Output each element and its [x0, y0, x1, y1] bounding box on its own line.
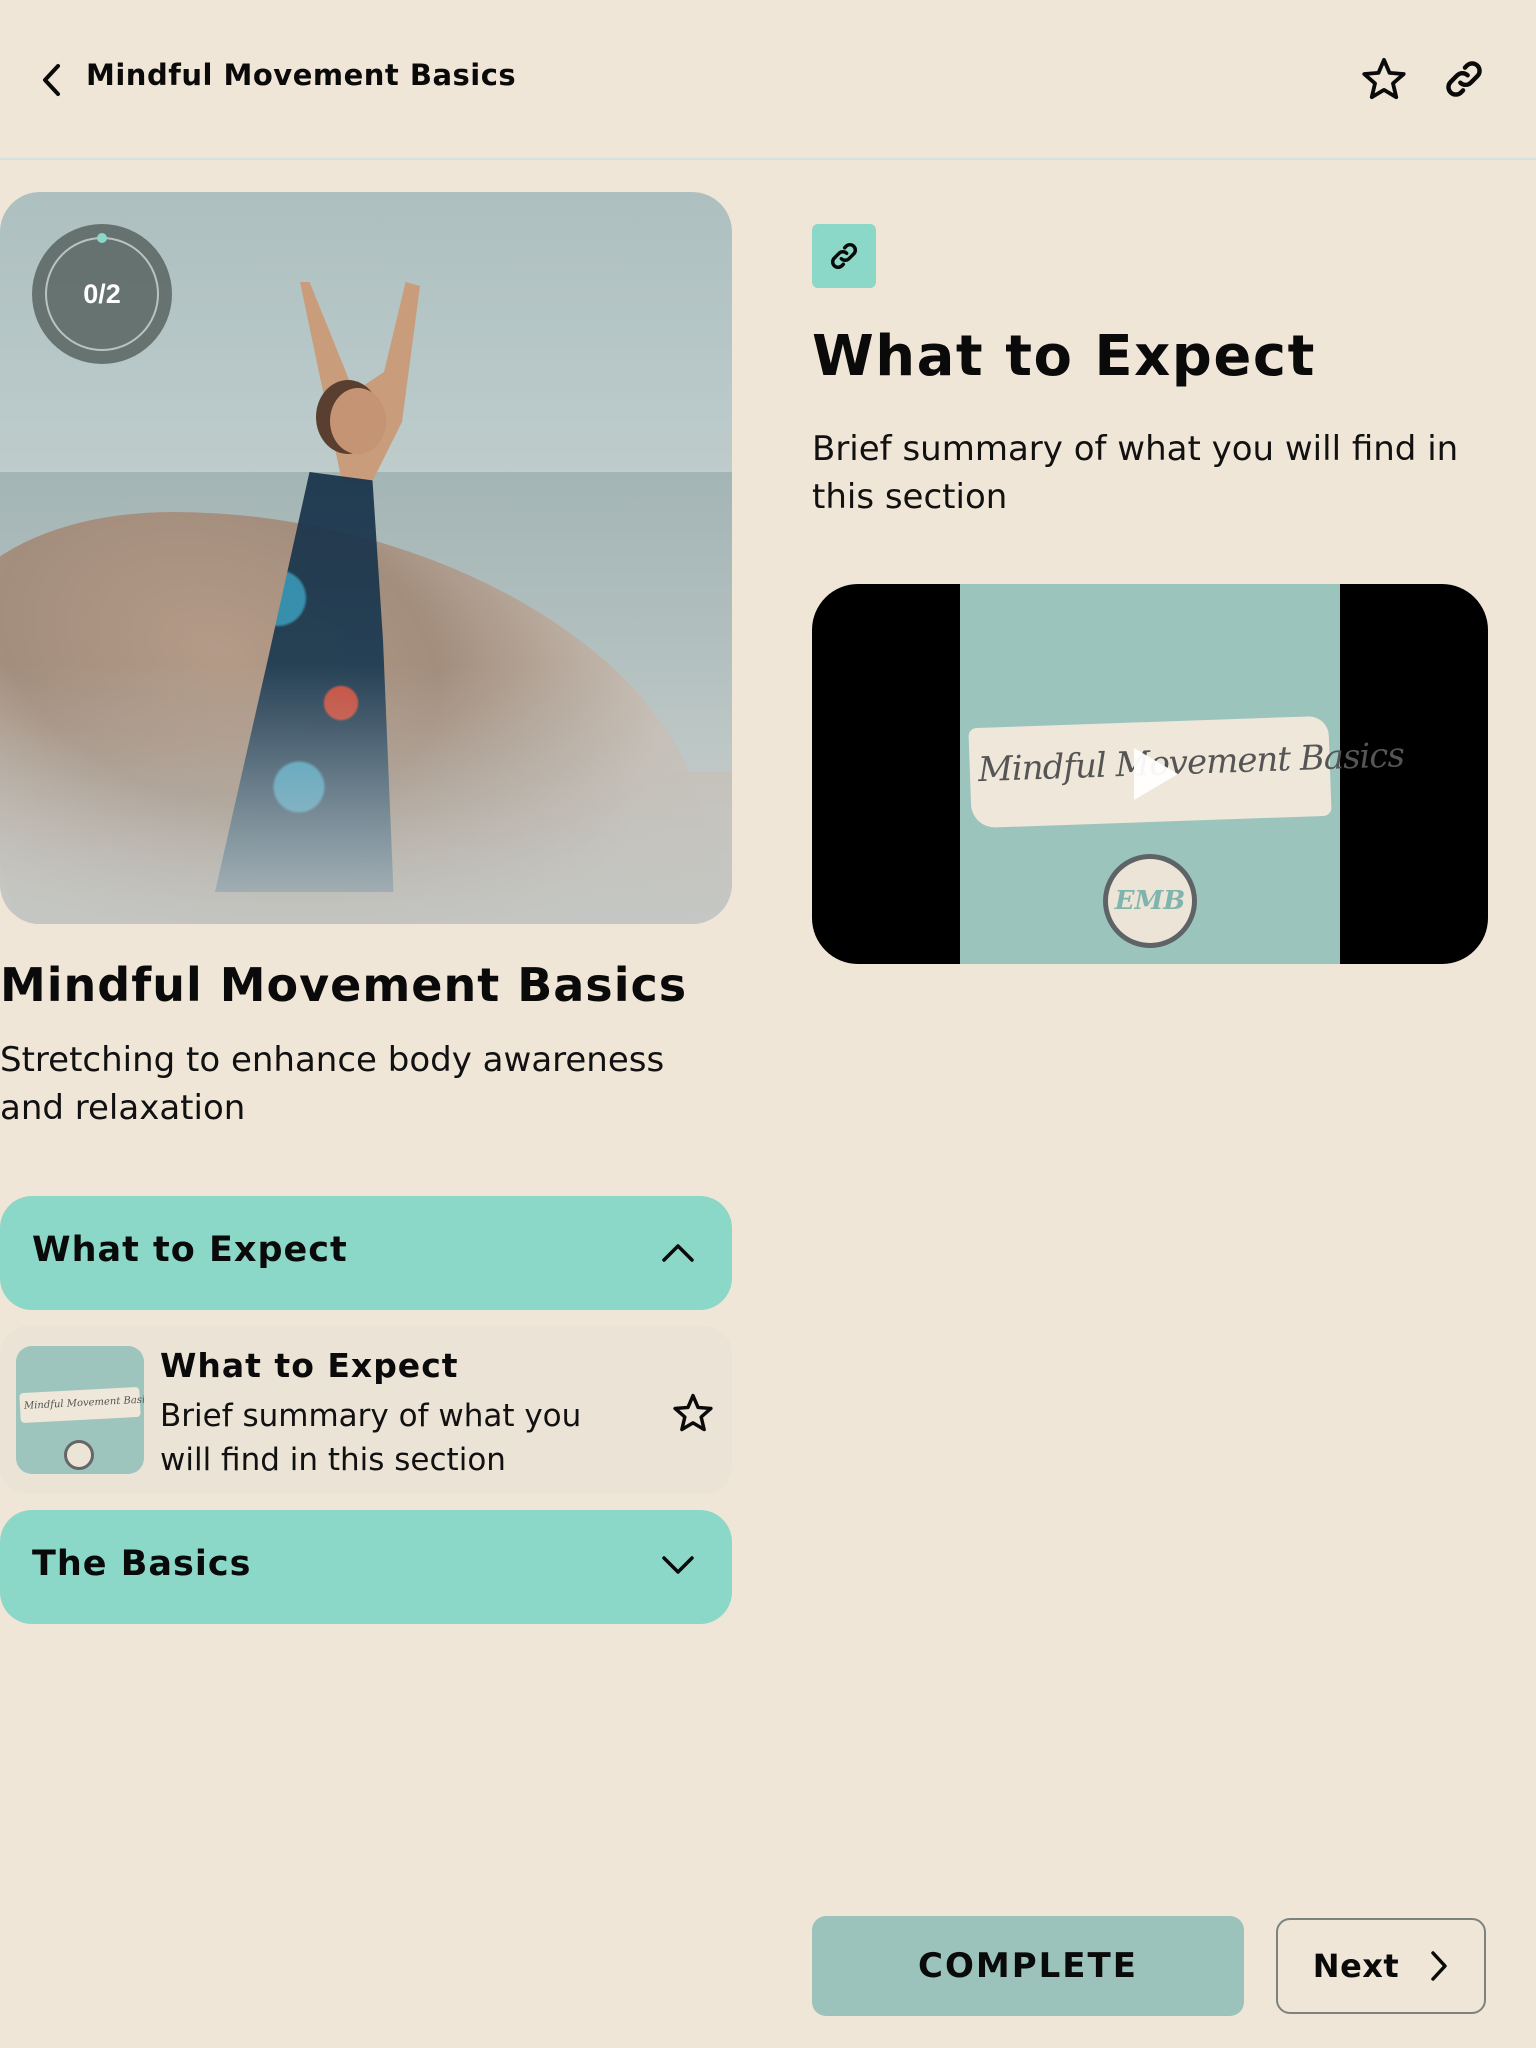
course-description: Stretching to enhance body awareness and… — [0, 1040, 665, 1128]
lesson-detail-title: What to Expect — [812, 324, 1316, 389]
image-fade — [0, 664, 732, 924]
poster-emblem: EMB — [1103, 854, 1197, 948]
image-person-head — [330, 388, 386, 454]
progress-count: 0/2 — [83, 278, 121, 309]
next-label: Next — [1312, 1947, 1400, 1985]
back-button[interactable] — [36, 60, 66, 100]
lesson-item[interactable]: Mindful Movement Basics What to Expect B… — [0, 1326, 732, 1494]
thumbnail-emblem — [64, 1440, 94, 1470]
section-label: The Basics — [32, 1544, 252, 1584]
chevron-up-icon — [658, 1232, 698, 1272]
link-icon — [830, 242, 858, 270]
complete-button[interactable]: COMPLETE — [812, 1916, 1244, 2016]
thumbnail-brush: Mindful Movement Basics — [19, 1386, 144, 1424]
content-type-badge — [812, 224, 876, 288]
lesson-detail-description: Brief summary of what you will find in t… — [812, 429, 1459, 517]
course-title: Mindful Movement Basics — [0, 958, 688, 1012]
top-bar: Mindful Movement Basics — [0, 0, 1536, 160]
section-header-the-basics[interactable]: The Basics — [0, 1510, 732, 1624]
lesson-favorite-button[interactable] — [668, 1388, 718, 1438]
favorite-button[interactable] — [1361, 56, 1407, 102]
thumbnail-script-text: Mindful Movement Basics — [23, 1394, 144, 1412]
share-link-button[interactable] — [1441, 56, 1487, 102]
chevron-left-icon — [43, 64, 60, 96]
course-cover-image: 0/2 — [0, 192, 732, 924]
lesson-title: What to Expect — [160, 1346, 459, 1385]
section-header-what-to-expect[interactable]: What to Expect — [0, 1196, 732, 1310]
lesson-thumbnail: Mindful Movement Basics — [16, 1346, 144, 1474]
header-title: Mindful Movement Basics — [86, 58, 517, 92]
star-outline-icon — [673, 1393, 713, 1432]
section-label: What to Expect — [32, 1230, 348, 1270]
lesson-description: Brief summary of what you will find in t… — [160, 1398, 582, 1478]
play-icon[interactable] — [1130, 746, 1180, 802]
star-outline-icon — [1362, 57, 1406, 100]
chevron-right-icon — [1431, 1951, 1447, 1981]
video-player[interactable]: Mindful Movement Basics EMB — [812, 584, 1488, 964]
link-icon — [1446, 61, 1482, 97]
next-button[interactable]: Next — [1276, 1918, 1486, 2014]
chevron-down-icon — [658, 1546, 698, 1586]
